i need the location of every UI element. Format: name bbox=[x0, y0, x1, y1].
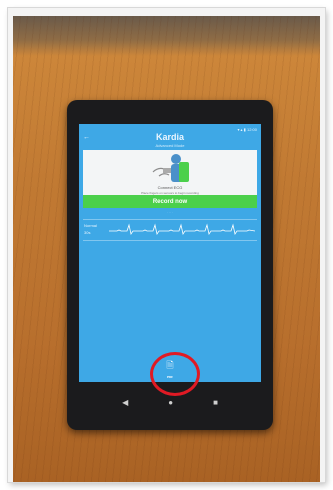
connect-card: Connect ECG Place fingers on sensors to … bbox=[83, 150, 257, 208]
record-now-button[interactable]: Record now bbox=[83, 195, 257, 208]
nav-back-icon[interactable]: ◀ bbox=[122, 398, 128, 407]
tablet-screen: ▾ ▴ ▮ 12:00 ← Kardia Advanced Mode Conne… bbox=[79, 124, 261, 382]
hands-illustration-icon bbox=[152, 154, 189, 182]
app-title: Kardia bbox=[155, 132, 184, 142]
ecg-waveform bbox=[109, 223, 255, 236]
app-subtitle: Advanced Mode bbox=[155, 143, 185, 148]
small-info-text: · · · · bbox=[166, 210, 174, 214]
ecg-duration: 30s bbox=[84, 230, 91, 235]
photo: ▾ ▴ ▮ 12:00 ← Kardia Advanced Mode Conne… bbox=[13, 16, 320, 482]
ecg-label: Normal bbox=[84, 223, 97, 228]
card-text-primary: Connect ECG bbox=[157, 185, 183, 190]
nav-recents-icon[interactable]: ■ bbox=[213, 398, 218, 407]
red-highlight-circle bbox=[150, 352, 200, 396]
ecg-recording-row[interactable]: Normal 30s bbox=[83, 219, 257, 241]
nav-home-icon[interactable]: ● bbox=[168, 398, 173, 407]
